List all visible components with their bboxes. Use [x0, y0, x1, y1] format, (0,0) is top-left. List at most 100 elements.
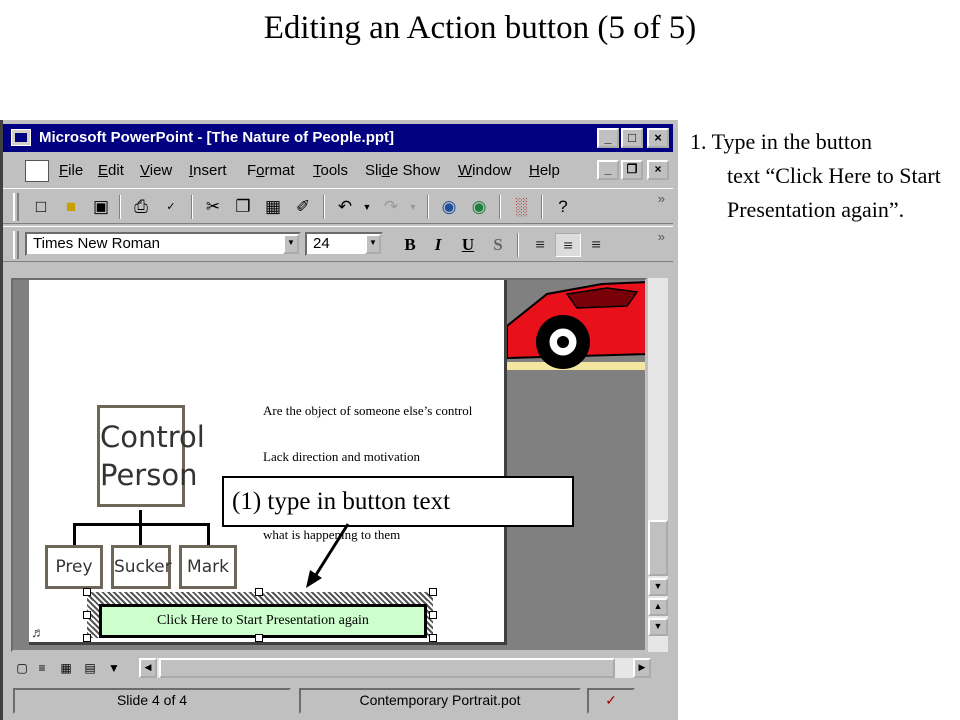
- callout-box: (1) type in button text: [222, 476, 574, 527]
- car-clipart[interactable]: [507, 280, 647, 390]
- redo-icon[interactable]: ↷: [379, 195, 403, 219]
- copy-icon[interactable]: ❐: [231, 195, 255, 219]
- resize-handle[interactable]: [429, 611, 437, 619]
- org-box-mark[interactable]: Mark: [179, 545, 237, 589]
- font-size-combo[interactable]: 24 ▼: [305, 232, 383, 256]
- doc-close-button[interactable]: ×: [647, 160, 669, 180]
- scroll-left-icon[interactable]: ◀: [139, 658, 157, 678]
- web-toolbar-icon[interactable]: ◉: [467, 195, 491, 219]
- close-button[interactable]: ×: [647, 128, 669, 148]
- menu-edit[interactable]: Edit: [98, 162, 124, 179]
- bold-button[interactable]: B: [397, 233, 423, 257]
- menu-view[interactable]: View: [140, 162, 172, 179]
- office-assistant-icon[interactable]: ?: [551, 195, 575, 219]
- notes-view-icon[interactable]: ▤: [81, 659, 99, 677]
- italic-button[interactable]: I: [425, 233, 451, 257]
- more-buttons-icon[interactable]: »: [658, 229, 665, 244]
- org-box-sucker[interactable]: Sucker: [111, 545, 172, 589]
- slide-bullet-3[interactable]: what is happening to them: [263, 526, 493, 544]
- standard-toolbar: □ ■ ▣ ⎙ ✓ ✂ ❐ ▦ ✐ ↶ ▼ ↷ ▼ ◉ ◉ ░ ? »: [3, 188, 673, 224]
- paste-icon[interactable]: ▦: [261, 195, 285, 219]
- menu-tools[interactable]: Tools: [313, 162, 348, 179]
- resize-handle[interactable]: [255, 634, 263, 642]
- horizontal-scrollbar[interactable]: ◀ ▶: [139, 658, 651, 678]
- powerpoint-window: Microsoft PowerPoint - [The Nature of Pe…: [0, 120, 678, 720]
- resize-handle[interactable]: [429, 588, 437, 596]
- print-icon[interactable]: ⎙: [129, 195, 153, 219]
- action-button-label[interactable]: Click Here to Start Presentation again: [157, 613, 369, 628]
- menu-insert[interactable]: Insert: [189, 162, 227, 179]
- formatting-toolbar: Times New Roman ▼ 24 ▼ B I U S ≡ ≡ ≡ »: [3, 226, 673, 262]
- outline-view-icon[interactable]: ≡: [33, 659, 51, 677]
- toolbar-grip[interactable]: [13, 231, 19, 259]
- previous-slide-icon[interactable]: ▲: [648, 598, 668, 616]
- scroll-down-icon[interactable]: ▼: [648, 578, 668, 596]
- align-center-icon[interactable]: ≡: [555, 233, 581, 257]
- resize-handle[interactable]: [83, 634, 91, 642]
- slide-bullet-2[interactable]: Lack direction and motivation: [263, 448, 493, 466]
- org-connector: [73, 523, 76, 545]
- minimize-button[interactable]: _: [597, 128, 619, 148]
- chevron-down-icon[interactable]: ▼: [283, 234, 299, 254]
- resize-handle[interactable]: [255, 588, 263, 596]
- menu-file[interactable]: File: [59, 162, 83, 179]
- separator: [323, 195, 325, 219]
- org-label-prey: Prey: [55, 557, 93, 577]
- format-painter-icon[interactable]: ✐: [291, 195, 315, 219]
- spelling-icon[interactable]: ✓: [159, 195, 183, 219]
- action-button[interactable]: Click Here to Start Presentation again: [99, 604, 427, 638]
- slide-workspace[interactable]: Control Person Prey Sucker Mark Are the …: [11, 278, 647, 652]
- spelling-status-icon[interactable]: ✓: [587, 688, 635, 714]
- next-slide-icon[interactable]: ▼: [648, 618, 668, 636]
- align-left-icon[interactable]: ≡: [527, 233, 553, 257]
- org-box-prey[interactable]: Prey: [45, 545, 103, 589]
- resize-handle[interactable]: [83, 588, 91, 596]
- insert-hyperlink-icon[interactable]: ◉: [437, 195, 461, 219]
- maximize-button[interactable]: □: [621, 128, 643, 148]
- scroll-thumb[interactable]: [648, 520, 668, 576]
- redo-dropdown-icon[interactable]: ▼: [401, 195, 425, 219]
- vertical-scrollbar[interactable]: ▼ ▲ ▼: [648, 278, 668, 652]
- open-folder-icon[interactable]: ■: [59, 195, 83, 219]
- toolbar-grip[interactable]: [13, 193, 19, 221]
- align-right-icon[interactable]: ≡: [583, 233, 609, 257]
- resize-handle[interactable]: [83, 611, 91, 619]
- doc-minimize-button[interactable]: _: [597, 160, 619, 180]
- window-titlebar[interactable]: Microsoft PowerPoint - [The Nature of Pe…: [3, 124, 673, 152]
- app-icon[interactable]: [11, 129, 31, 146]
- font-name-combo[interactable]: Times New Roman ▼: [25, 232, 301, 256]
- chevron-down-icon[interactable]: ▼: [365, 234, 381, 254]
- more-buttons-icon[interactable]: »: [658, 191, 665, 206]
- slide-canvas[interactable]: Control Person Prey Sucker Mark Are the …: [29, 280, 507, 645]
- menu-help[interactable]: Help: [529, 162, 560, 179]
- status-slide-count: Slide 4 of 4: [13, 688, 291, 714]
- menu-format[interactable]: Format: [247, 162, 295, 179]
- status-bar: Slide 4 of 4 Contemporary Portrait.pot ✓: [3, 686, 673, 716]
- font-name-value: Times New Roman: [33, 235, 160, 252]
- slide-bullet-1[interactable]: Are the object of someone else’s control: [263, 402, 493, 420]
- undo-icon[interactable]: ↶: [333, 195, 357, 219]
- org-box-control-person[interactable]: Control Person: [97, 405, 205, 507]
- action-button-selection[interactable]: Click Here to Start Presentation again: [87, 592, 433, 638]
- shadow-button[interactable]: S: [485, 233, 511, 257]
- sound-icon[interactable]: ♬: [31, 624, 45, 640]
- instruction-text: 1. Type in the button text “Click Here t…: [690, 125, 955, 227]
- new-document-icon[interactable]: □: [29, 195, 53, 219]
- undo-dropdown-icon[interactable]: ▼: [355, 195, 379, 219]
- menu-window[interactable]: Window: [458, 162, 511, 179]
- doc-restore-button[interactable]: ❐: [621, 160, 643, 180]
- separator: [191, 195, 193, 219]
- resize-handle[interactable]: [429, 634, 437, 642]
- save-icon[interactable]: ▣: [89, 195, 113, 219]
- cut-icon[interactable]: ✂: [201, 195, 225, 219]
- normal-view-icon[interactable]: ▢: [13, 659, 31, 677]
- scroll-right-icon[interactable]: ▶: [633, 658, 651, 678]
- separator: [119, 195, 121, 219]
- slideshow-view-icon[interactable]: ▼: [105, 659, 123, 677]
- menu-slide-show[interactable]: Slide Show: [365, 162, 440, 179]
- scroll-thumb[interactable]: [159, 658, 615, 678]
- document-menu-icon[interactable]: [25, 160, 49, 182]
- insert-chart-icon[interactable]: ░: [509, 195, 533, 219]
- underline-button[interactable]: U: [455, 233, 481, 257]
- slide-sorter-icon[interactable]: ▦: [57, 659, 75, 677]
